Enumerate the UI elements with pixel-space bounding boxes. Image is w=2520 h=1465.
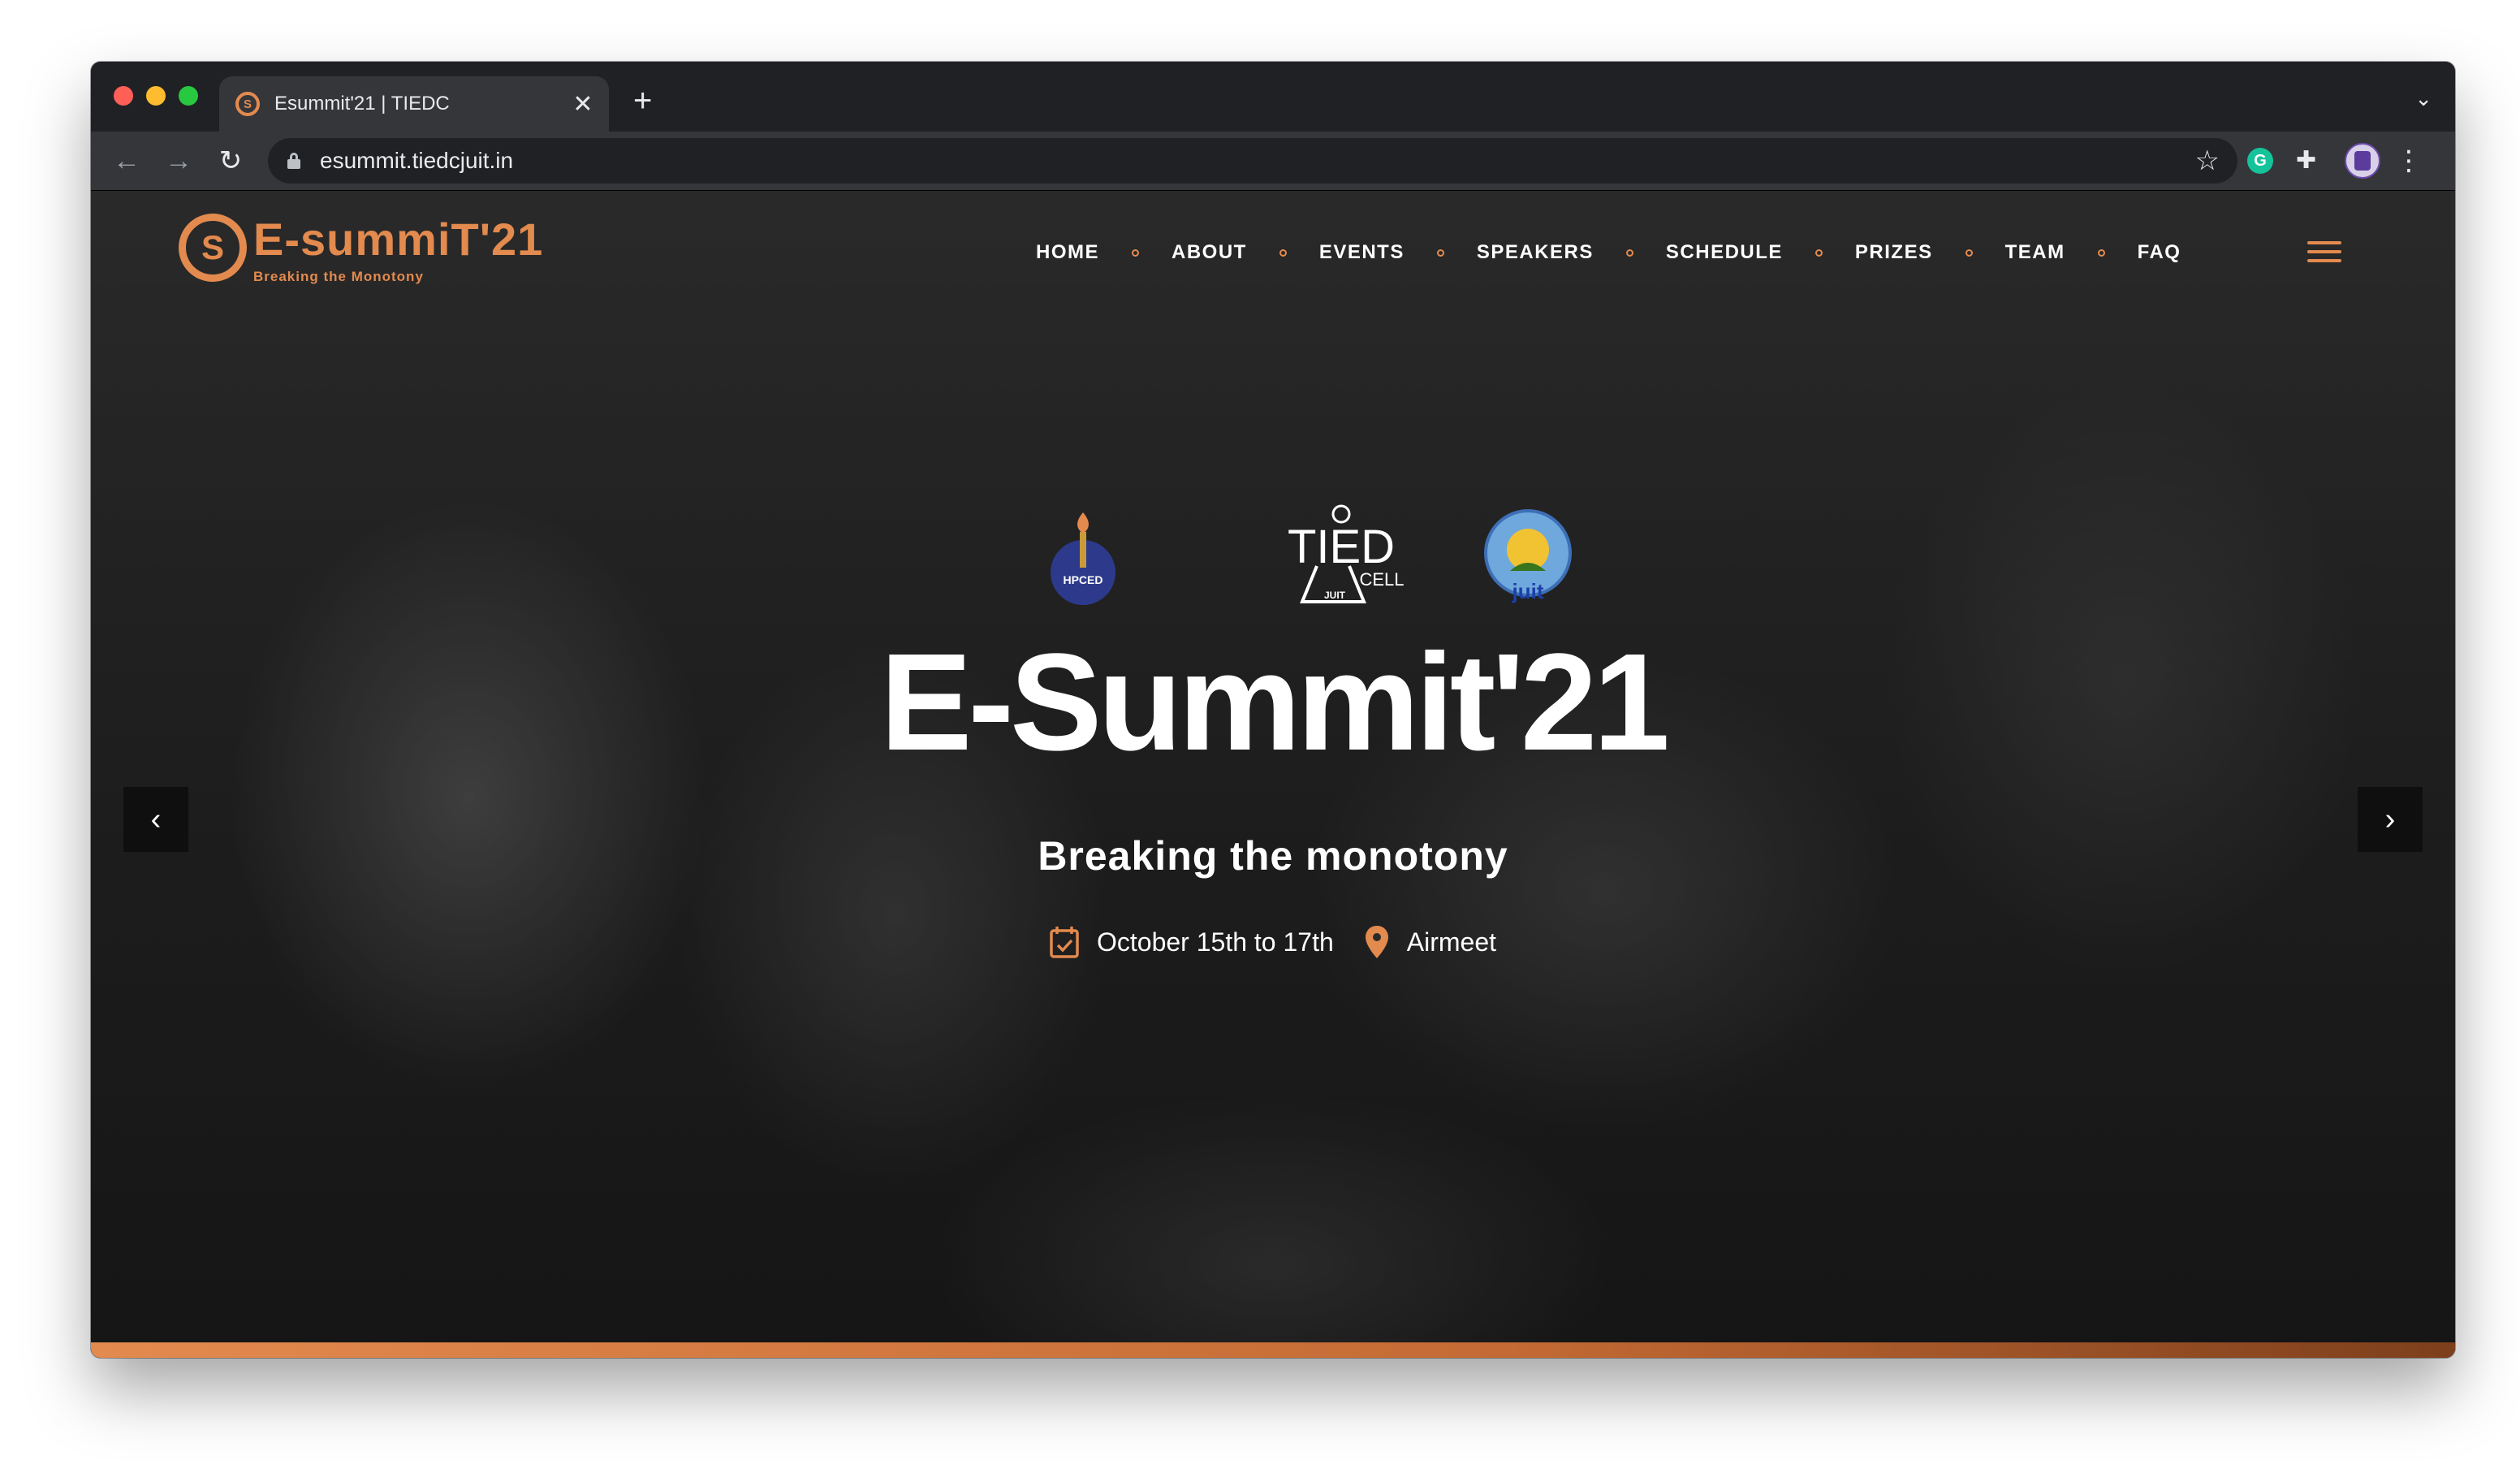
partner-logos: HPCED TIED CELL JUIT juit — [1025, 501, 1577, 615]
forward-button[interactable]: → — [161, 143, 196, 179]
lock-icon[interactable] — [287, 153, 300, 169]
nav-separator — [1436, 248, 1444, 257]
close-window-button[interactable] — [114, 86, 133, 106]
nav-separator — [2097, 248, 2105, 257]
tiedc-logo-badge: JUIT — [1324, 590, 1346, 601]
profile-avatar[interactable] — [2345, 143, 2380, 179]
location-pin-icon — [1365, 926, 1388, 958]
event-date: October 15th to 17th — [1097, 927, 1334, 957]
tiedc-logo-text: TIED — [1288, 521, 1395, 573]
juit-logo-text: juit — [1512, 579, 1544, 603]
hero-section: S E-summiT'21 Breaking the Monotony HOME… — [91, 191, 2455, 1358]
nav-separator — [1132, 248, 1139, 257]
hpced-logo: HPCED — [1051, 512, 1115, 605]
tab-close-icon[interactable]: ✕ — [567, 90, 599, 119]
nav-speakers[interactable]: SPEAKERS — [1477, 241, 1594, 264]
bookmark-star-icon[interactable]: ☆ — [2195, 145, 2220, 177]
nav-prizes[interactable]: PRIZES — [1855, 241, 1933, 264]
site-logo[interactable]: S E-summiT'21 Breaking the Monotony — [179, 214, 542, 295]
hpced-logo-text: HPCED — [1063, 573, 1102, 586]
tiedc-cell-logo: TIED CELL JUIT — [1288, 504, 1405, 603]
url-text[interactable]: esummit.tiedcjuit.in — [320, 148, 2195, 174]
extensions-puzzle-icon[interactable]: ✚ — [2296, 146, 2316, 175]
carousel-prev-button[interactable]: ‹ — [123, 787, 188, 852]
nav-faq[interactable]: FAQ — [2138, 241, 2181, 264]
tab-title: Esummit'21 | TIEDC — [274, 93, 450, 115]
logo-text: E-summiT'21 — [253, 214, 544, 265]
grammarly-extension-icon[interactable]: G — [2247, 148, 2273, 174]
tab-strip: S Esummit'21 | TIEDC ✕ + ⌄ — [91, 62, 2455, 132]
nav-separator — [1965, 248, 1973, 257]
nav-events[interactable]: EVENTS — [1319, 241, 1405, 264]
calendar-icon — [1050, 927, 1079, 958]
nav-about[interactable]: ABOUT — [1172, 241, 1247, 264]
event-venue: Airmeet — [1406, 927, 1496, 957]
back-button[interactable]: ← — [109, 143, 145, 179]
event-details: October 15th to 17th Airmeet — [91, 925, 2455, 959]
reload-button[interactable]: ↻ — [213, 143, 248, 179]
nav-schedule[interactable]: SCHEDULE — [1666, 241, 1783, 264]
juit-logo: juit — [1484, 509, 1572, 603]
hamburger-menu-icon[interactable] — [2307, 241, 2341, 262]
hero-title: E-Summit'21 — [880, 625, 1670, 780]
browser-menu-icon[interactable]: ⋮ — [2395, 143, 2423, 179]
nav-team[interactable]: TEAM — [2005, 241, 2065, 264]
minimize-window-button[interactable] — [146, 86, 166, 106]
tab-search-chevron-icon[interactable]: ⌄ — [2414, 86, 2432, 111]
logo-tagline: Breaking the Monotony — [253, 269, 424, 284]
address-bar[interactable]: esummit.tiedcjuit.in ☆ — [268, 138, 2237, 184]
nav-home[interactable]: HOME — [1036, 241, 1099, 264]
nav-separator — [1279, 248, 1287, 257]
maximize-window-button[interactable] — [179, 86, 198, 106]
nav-separator — [1814, 248, 1823, 257]
tiedc-logo-subtext: CELL — [1359, 569, 1404, 590]
browser-toolbar: ← → ↻ esummit.tiedcjuit.in ☆ G ✚ ⋮ — [91, 132, 2455, 191]
favicon-icon: S — [235, 92, 260, 116]
carousel-next-button[interactable]: › — [2358, 787, 2423, 852]
nav-separator — [1625, 248, 1633, 257]
browser-window: S Esummit'21 | TIEDC ✕ + ⌄ ← → ↻ esummit… — [91, 62, 2455, 1358]
logo-mark-icon: S — [179, 214, 247, 282]
main-nav: HOME ABOUT EVENTS SPEAKERS SCHEDULE PRIZ… — [1036, 235, 2181, 270]
hero-subtitle: Breaking the monotony — [1038, 833, 1508, 879]
new-tab-button[interactable]: + — [633, 84, 652, 117]
hero-bottom-strip — [91, 1342, 2455, 1358]
tab-esummit[interactable]: S Esummit'21 | TIEDC ✕ — [219, 76, 609, 132]
